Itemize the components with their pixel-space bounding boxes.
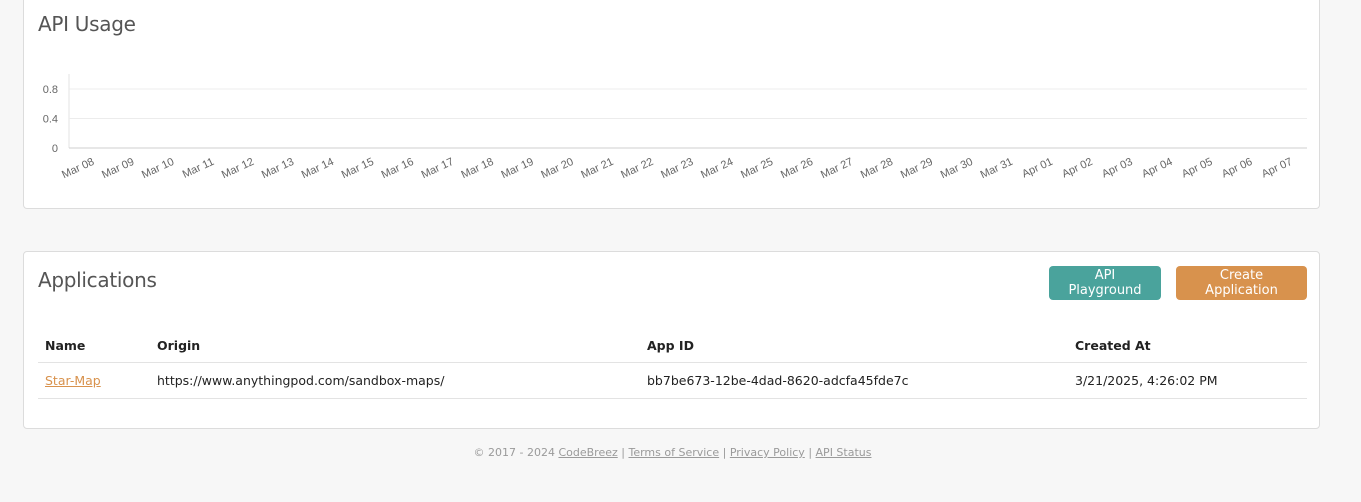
x-tick-label: Mar 22 (619, 156, 655, 181)
applications-table: Name Origin App ID Created At Star-Map h… (38, 328, 1307, 399)
app-created-at-cell: 3/21/2025, 4:26:02 PM (1068, 362, 1307, 399)
x-tick-label: Apr 01 (1020, 156, 1054, 181)
column-header-origin: Origin (150, 328, 640, 363)
footer-separator: | (621, 446, 625, 459)
x-tick-label: Apr 03 (1100, 156, 1134, 181)
x-tick-label: Mar 12 (220, 156, 256, 181)
x-tick-label: Mar 17 (420, 156, 456, 181)
column-header-app-id: App ID (640, 328, 1068, 363)
footer: © 2017 - 2024 CodeBreez | Terms of Servi… (0, 446, 1345, 459)
column-header-name: Name (38, 328, 150, 363)
table-row: Star-Map https://www.anythingpod.com/san… (38, 362, 1307, 399)
footer-privacy-link[interactable]: Privacy Policy (730, 446, 805, 459)
table-header-row: Name Origin App ID Created At (38, 328, 1307, 363)
x-tick-label: Mar 20 (539, 156, 575, 181)
x-tick-label: Mar 26 (779, 156, 815, 181)
x-tick-label: Mar 13 (260, 156, 296, 181)
x-tick-label: Mar 19 (499, 156, 535, 181)
y-tick-label: 0.4 (43, 114, 58, 126)
x-tick-label: Mar 31 (979, 156, 1015, 181)
app-id-cell: bb7be673-12be-4dad-8620-adcfa45fde7c (640, 362, 1068, 399)
x-tick-label: Mar 14 (300, 156, 336, 181)
footer-separator: | (722, 446, 727, 459)
x-tick-label: Mar 27 (819, 156, 855, 181)
x-tick-label: Mar 30 (939, 156, 975, 181)
api-usage-chart: 00.40.8Mar 08 Mar 09 Mar 10 Mar 11 Mar 12 Mar… (43, 74, 1307, 181)
footer-separator: | (808, 446, 813, 459)
x-tick-label: Mar 16 (380, 156, 416, 181)
column-header-created-at: Created At (1068, 328, 1307, 363)
x-tick-label: Apr 07 (1260, 156, 1294, 181)
footer-company-link[interactable]: CodeBreez (558, 446, 617, 459)
x-tick-label: Apr 04 (1140, 156, 1174, 181)
applications-title: Applications (38, 268, 157, 292)
x-tick-label: Mar 23 (659, 156, 695, 181)
x-tick-label: Mar 18 (459, 156, 495, 181)
app-origin-cell: https://www.anythingpod.com/sandbox-maps… (150, 362, 640, 399)
y-tick-label: 0 (52, 143, 58, 155)
x-tick-label: Mar 15 (340, 156, 376, 181)
x-tick-label: Mar 24 (699, 156, 735, 181)
x-tick-label: Mar 25 (739, 156, 775, 181)
app-name-cell: Star-Map (38, 362, 150, 399)
x-tick-label: Mar 29 (899, 156, 935, 181)
x-tick-label: Apr 05 (1180, 156, 1214, 181)
x-tick-label: Mar 28 (859, 156, 895, 181)
footer-terms-link[interactable]: Terms of Service (628, 446, 719, 459)
x-tick-label: Apr 06 (1220, 156, 1254, 181)
y-tick-label: 0.8 (43, 84, 58, 96)
x-tick-label: Apr 02 (1060, 156, 1094, 181)
api-playground-button[interactable]: API Playground (1049, 266, 1161, 300)
applications-panel: Applications API Playground Create Appli… (23, 251, 1320, 429)
api-usage-panel: API Usage 0 0.4 0.8 Mar 08 Mar 09 Mar 10 Mar 1… (23, 0, 1320, 209)
footer-status-link[interactable]: API Status (816, 446, 872, 459)
x-tick-label: Mar 09 (100, 156, 136, 181)
app-name-link[interactable]: Star-Map (45, 373, 101, 388)
footer-copyright: © 2017 - 2024 (473, 446, 555, 459)
x-tick-label: Mar 08 (60, 156, 96, 181)
x-tick-label: Mar 10 (140, 156, 176, 181)
x-tick-label: Mar 21 (579, 156, 615, 181)
x-tick-label: Mar 11 (181, 156, 216, 181)
create-application-button[interactable]: Create Application (1176, 266, 1307, 300)
